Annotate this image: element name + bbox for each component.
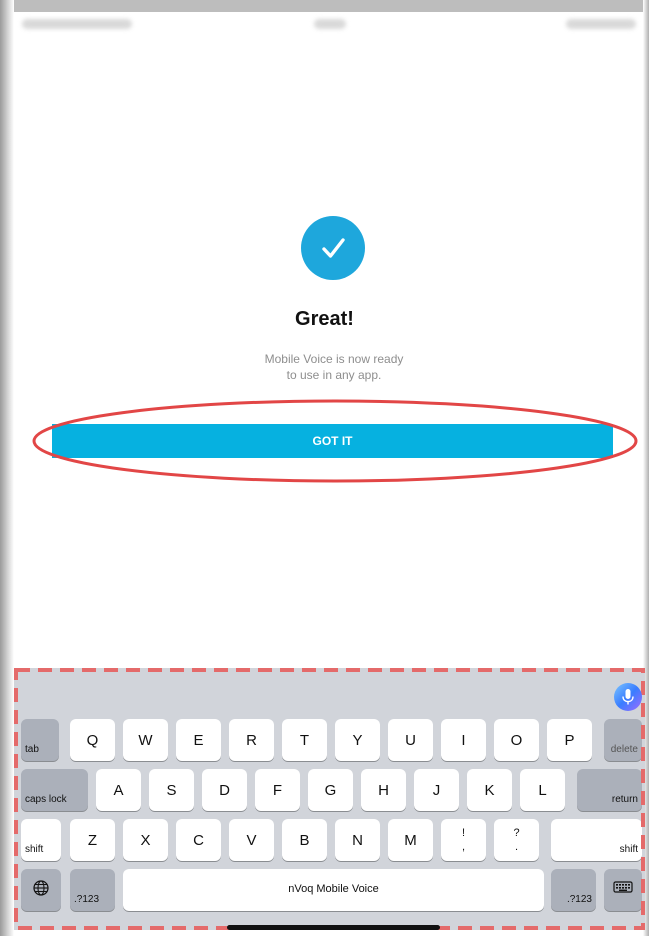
caps-lock-key-label: caps lock (25, 794, 67, 805)
space-bar-label: nVoq Mobile Voice (288, 883, 379, 895)
numbers-right-key[interactable]: .?123 (551, 869, 596, 911)
got-it-button[interactable]: GOT IT (52, 424, 613, 458)
success-check-icon (301, 216, 365, 280)
microphone-icon[interactable] (614, 683, 642, 711)
key-l[interactable]: L (520, 769, 565, 811)
delete-key[interactable]: delete (604, 719, 642, 761)
window-left-edge (0, 0, 14, 936)
shift-right-key[interactable]: shift (551, 819, 642, 861)
key-s[interactable]: S (149, 769, 194, 811)
status-battery-blurred (566, 19, 636, 29)
success-title: Great! (295, 308, 354, 330)
key-e[interactable]: E (176, 719, 221, 761)
key-v[interactable]: V (229, 819, 274, 861)
app-screen: Great! Mobile Voice is now ready to use … (0, 0, 649, 936)
tab-key[interactable]: tab (21, 719, 59, 761)
key-j[interactable]: J (414, 769, 459, 811)
status-center-blurred (314, 19, 346, 29)
key-m[interactable]: M (388, 819, 433, 861)
numbers-left-key[interactable]: .?123 (70, 869, 115, 911)
key-q[interactable]: Q (70, 719, 115, 761)
key-w[interactable]: W (123, 719, 168, 761)
key-z[interactable]: Z (70, 819, 115, 861)
success-message-line1: Mobile Voice is now ready (264, 352, 404, 366)
keyboard-hide-key[interactable] (604, 869, 642, 911)
key-question-label: ? (513, 827, 520, 839)
window-top-edge (0, 0, 649, 12)
key-exclamation-label: ! (461, 827, 466, 839)
keyboard-hide-icon (613, 881, 633, 899)
key-y[interactable]: Y (335, 719, 380, 761)
key-x[interactable]: X (123, 819, 168, 861)
caps-lock-key[interactable]: caps lock (21, 769, 88, 811)
globe-key[interactable] (21, 869, 61, 911)
key-h[interactable]: H (361, 769, 406, 811)
tab-key-label: tab (25, 744, 39, 755)
status-bar (14, 12, 643, 38)
key-n[interactable]: N (335, 819, 380, 861)
key-u[interactable]: U (388, 719, 433, 761)
key-o[interactable]: O (494, 719, 539, 761)
key-k[interactable]: K (467, 769, 512, 811)
key-f[interactable]: F (255, 769, 300, 811)
key-a[interactable]: A (96, 769, 141, 811)
globe-icon (33, 880, 49, 900)
key-d[interactable]: D (202, 769, 247, 811)
numbers-left-key-label: .?123 (74, 894, 100, 905)
delete-key-label: delete (610, 744, 638, 755)
key-t[interactable]: T (282, 719, 327, 761)
status-time-blurred (22, 19, 132, 29)
return-key[interactable]: return (577, 769, 642, 811)
numbers-right-key-label: .?123 (566, 894, 592, 905)
key-question-period[interactable]: ? . (494, 819, 539, 861)
key-b[interactable]: B (282, 819, 327, 861)
key-exclamation-comma[interactable]: ! , (441, 819, 486, 861)
key-i[interactable]: I (441, 719, 486, 761)
key-g[interactable]: G (308, 769, 353, 811)
home-indicator (227, 925, 440, 930)
key-c[interactable]: C (176, 819, 221, 861)
shift-left-key[interactable]: shift (21, 819, 61, 861)
key-r[interactable]: R (229, 719, 274, 761)
shift-left-key-label: shift (25, 844, 44, 855)
success-message: Mobile Voice is now ready to use in any … (250, 351, 418, 383)
key-period-label: . (514, 841, 519, 853)
onscreen-keyboard: tab Q W E R T Y U I O P delete caps lock… (14, 668, 645, 930)
shift-right-key-label: shift (619, 844, 638, 855)
key-comma-label: , (461, 841, 466, 853)
return-key-label: return (611, 794, 638, 805)
key-p[interactable]: P (547, 719, 592, 761)
space-bar[interactable]: nVoq Mobile Voice (123, 869, 544, 911)
success-message-line2: to use in any app. (286, 368, 382, 382)
